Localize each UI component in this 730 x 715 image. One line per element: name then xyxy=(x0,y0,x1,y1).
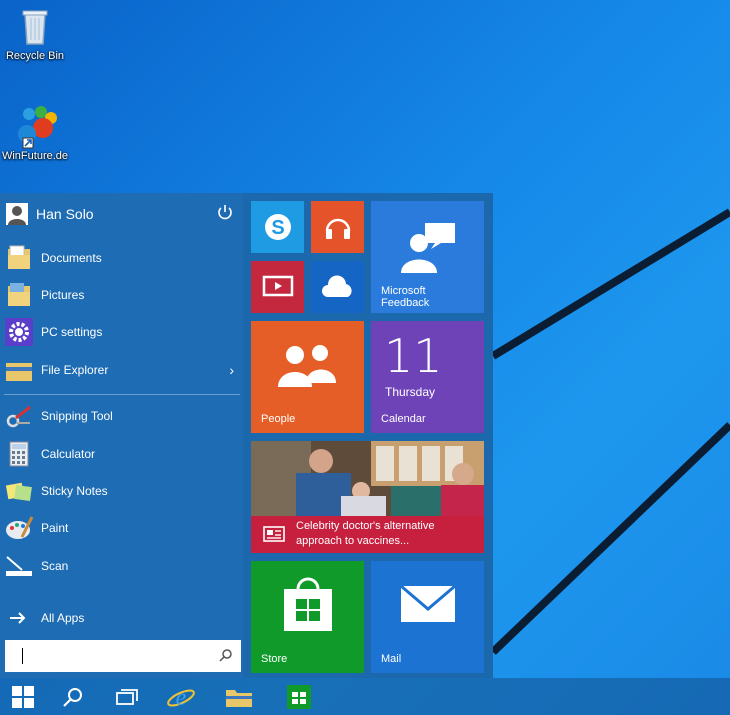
menu-item-documents[interactable]: Documents xyxy=(4,241,240,275)
recycle-bin-desktop-icon[interactable]: Recycle Bin xyxy=(0,4,70,62)
text-caret xyxy=(22,648,23,664)
power-icon[interactable] xyxy=(216,203,234,221)
tile-people[interactable]: People xyxy=(251,321,364,433)
tile-microsoft-feedback[interactable]: Microsoft Feedback xyxy=(371,201,484,313)
tile-store[interactable]: Store xyxy=(251,561,364,673)
menu-item-label: Snipping Tool xyxy=(41,409,113,423)
tile-label: People xyxy=(261,413,296,425)
taskbar: e xyxy=(0,678,730,715)
mail-envelope-icon xyxy=(400,585,456,622)
svg-text:e: e xyxy=(176,685,187,711)
menu-item-label: Pictures xyxy=(41,288,85,302)
chevron-right-icon[interactable]: › xyxy=(229,362,234,378)
arrow-right-icon xyxy=(4,603,34,633)
tile-video[interactable] xyxy=(251,261,304,313)
tile-onedrive[interactable] xyxy=(311,261,364,313)
internet-explorer-button[interactable]: e xyxy=(158,678,204,715)
tile-music[interactable] xyxy=(311,201,364,253)
recycle-bin-label: Recycle Bin xyxy=(5,50,65,62)
menu-item-file-explorer[interactable]: File Explorer › xyxy=(4,353,240,387)
pictures-folder-icon xyxy=(4,280,34,310)
menu-item-label: Scan xyxy=(41,559,69,573)
tile-calendar[interactable]: 11 Thursday Calendar xyxy=(371,321,484,433)
start-search-input[interactable] xyxy=(5,640,241,672)
menu-divider xyxy=(4,394,240,395)
winfuture-shortcut-icon xyxy=(13,104,57,149)
search-button[interactable] xyxy=(50,678,96,715)
news-caption-bar: Celebrity doctor's alternative approach … xyxy=(251,516,484,553)
user-avatar-icon xyxy=(6,203,28,225)
tile-skype[interactable]: S xyxy=(251,201,304,253)
menu-item-label: Paint xyxy=(41,521,69,535)
store-bag-icon xyxy=(284,577,332,631)
windows-logo-icon xyxy=(12,685,34,708)
tile-mail[interactable]: Mail xyxy=(371,561,484,673)
menu-item-pictures[interactable]: Pictures xyxy=(4,278,240,312)
headphones-icon xyxy=(325,218,351,239)
people-icon xyxy=(278,345,336,387)
all-apps-label: All Apps xyxy=(41,611,85,625)
menu-item-snipping-tool[interactable]: Snipping Tool xyxy=(4,399,240,433)
svg-text:S: S xyxy=(271,217,284,239)
tile-label: Store xyxy=(261,653,288,665)
tile-label: Calendar xyxy=(381,413,426,425)
calendar-day: 11 xyxy=(384,329,443,383)
file-explorer-icon xyxy=(4,355,34,385)
tile-news[interactable]: Celebrity doctor's alternative approach … xyxy=(251,441,484,553)
all-apps-button[interactable]: All Apps xyxy=(4,601,240,635)
news-headline-line1: Celebrity doctor's alternative xyxy=(296,520,435,532)
news-headline-line2: approach to vaccines... xyxy=(296,535,410,547)
start-menu-left-pane: Han Solo Documents Pictures PC settings … xyxy=(0,193,243,678)
tile-label: Microsoft xyxy=(381,285,426,297)
menu-item-pc-settings[interactable]: PC settings xyxy=(4,315,240,349)
menu-item-calculator[interactable]: Calculator xyxy=(4,437,240,471)
video-icon xyxy=(262,275,294,297)
calendar-weekday: Thursday xyxy=(385,385,436,399)
folder-icon xyxy=(226,689,252,707)
tile-label: Mail xyxy=(381,653,402,665)
menu-item-label: Calculator xyxy=(41,447,96,461)
recycle-bin-icon xyxy=(13,4,57,48)
news-photo xyxy=(251,441,484,516)
tile-label: Feedback xyxy=(381,297,430,309)
menu-item-label: File Explorer xyxy=(41,363,109,377)
user-name: Han Solo xyxy=(36,206,94,222)
gear-icon xyxy=(4,317,34,347)
start-menu: Han Solo Documents Pictures PC settings … xyxy=(0,193,493,678)
calculator-icon xyxy=(4,439,34,469)
menu-item-label: Documents xyxy=(41,251,102,265)
paint-icon xyxy=(4,513,34,543)
file-explorer-button[interactable] xyxy=(216,678,262,715)
cloud-icon xyxy=(322,275,352,297)
menu-item-sticky-notes[interactable]: Sticky Notes xyxy=(4,474,240,508)
internet-explorer-icon: e xyxy=(167,685,195,711)
user-account[interactable]: Han Solo xyxy=(6,201,238,227)
feedback-icon xyxy=(401,223,455,273)
documents-folder-icon xyxy=(4,243,34,273)
snipping-tool-icon xyxy=(4,401,34,431)
task-view-icon xyxy=(116,688,138,705)
menu-item-scan[interactable]: Scan xyxy=(4,549,240,583)
start-button[interactable] xyxy=(0,678,46,715)
search-icon xyxy=(63,687,82,707)
store-button[interactable] xyxy=(276,678,322,715)
winfuture-desktop-icon[interactable]: WinFuture.de xyxy=(0,104,70,162)
task-view-button[interactable] xyxy=(104,678,150,715)
menu-item-paint[interactable]: Paint xyxy=(4,511,240,545)
menu-item-label: PC settings xyxy=(41,325,103,339)
skype-icon: S xyxy=(265,214,291,240)
menu-item-label: Sticky Notes xyxy=(41,484,108,498)
sticky-notes-icon xyxy=(4,476,34,506)
store-icon xyxy=(287,684,311,709)
news-icon xyxy=(263,526,285,542)
search-icon[interactable] xyxy=(219,648,233,667)
scan-icon xyxy=(4,551,34,581)
winfuture-label: WinFuture.de xyxy=(1,150,69,162)
